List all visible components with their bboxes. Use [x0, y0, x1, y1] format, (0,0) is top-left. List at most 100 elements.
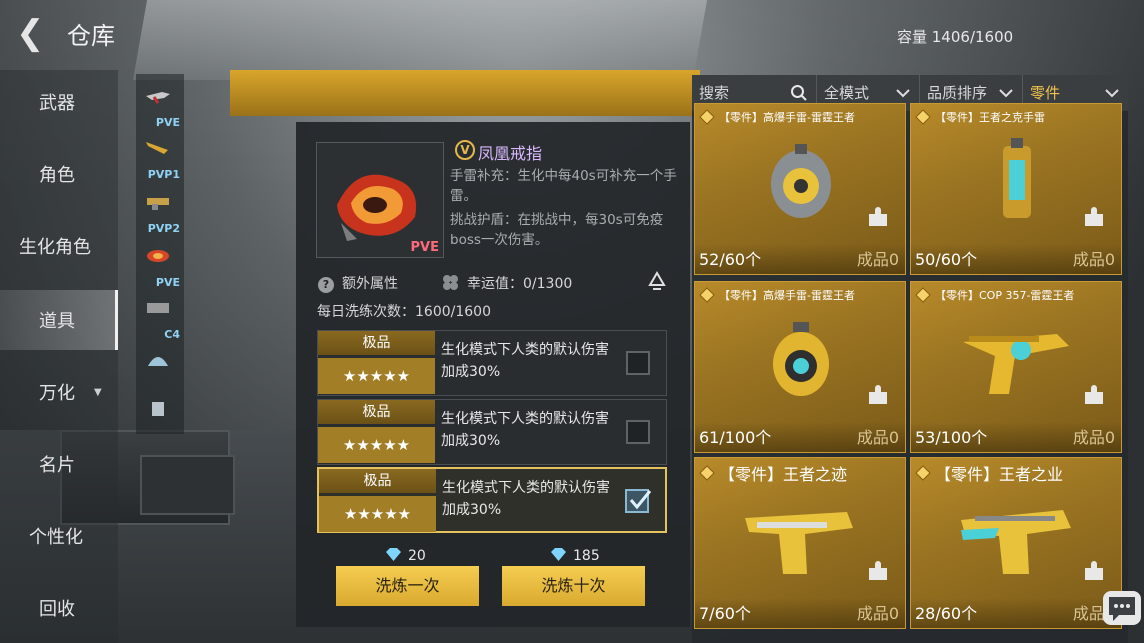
puzzle-icon — [869, 385, 887, 404]
attribute-checkbox[interactable] — [626, 351, 650, 375]
card-count: 28/60个 — [915, 604, 978, 623]
inventory-card[interactable]: 【零件】王者之迹 7/60个 成品0 — [694, 457, 906, 629]
item-description-2: 挑战护盾：在挑战中，每30s可免疫boss一次伤害。 — [450, 212, 664, 248]
cost-once-value: 20 — [408, 548, 426, 564]
inventory-card[interactable]: 【零件】王者之业 28/60个 成品0 — [910, 457, 1122, 629]
attribute-grade: 极品 — [319, 469, 436, 493]
item-category-strip: PVE PVP1 PVP2 PVE C4 — [136, 74, 184, 434]
sidebar-item-label: 个性化 — [29, 527, 83, 548]
chat-icon[interactable] — [1103, 591, 1141, 625]
daily-refine-count: 每日洗练次数：1600/1600 — [317, 304, 491, 320]
crown-icon — [699, 109, 715, 125]
sidebar-item-label: 万化 — [39, 383, 75, 404]
sidebar-item-personalize[interactable]: 个性化 — [0, 506, 118, 566]
sidebar-item-items[interactable]: 道具 — [0, 290, 118, 350]
attribute-checkbox[interactable] — [626, 420, 650, 444]
attribute-text: 生化模式下人类的默认伤害加成30% — [442, 480, 610, 518]
grenade-image — [773, 322, 829, 396]
attribute-option[interactable]: 极品 ★★★★★ 生化模式下人类的默认伤害加成30% — [317, 330, 667, 396]
cost-once: 20 — [385, 548, 426, 564]
extra-attributes-label: 额外属性 — [342, 276, 398, 292]
crate — [140, 455, 235, 515]
card-title: 【零件】王者之克手雷 — [935, 111, 1045, 124]
pistol-image — [961, 510, 1071, 574]
chevron-down-icon — [1105, 89, 1119, 98]
sidebar-item-weapons[interactable]: 武器 — [0, 72, 118, 132]
inventory-card[interactable]: 【零件】高爆手雷-雷霆王者 52/60个 成品0 — [694, 103, 906, 275]
attribute-option[interactable]: 极品 ★★★★★ 生化模式下人类的默认伤害加成30% — [317, 399, 667, 465]
attribute-option-selected[interactable]: 极品 ★★★★★ 生化模式下人类的默认伤害加成30% — [317, 467, 667, 533]
page-title: 仓库 — [67, 22, 115, 50]
sidebar-item-zombie-characters[interactable]: 生化角色 — [0, 216, 118, 276]
chat-bubble-icon — [1109, 597, 1135, 621]
ring-icon — [147, 250, 169, 262]
card-count: 50/60个 — [915, 250, 978, 269]
attribute-checkbox-checked[interactable] — [625, 489, 652, 513]
card-title: 【零件】王者之业 — [935, 465, 1064, 484]
sort-value: 品质排序 — [927, 84, 988, 102]
chevron-down-icon — [999, 89, 1013, 98]
chevron-down-icon — [896, 89, 910, 98]
card-title: 【零件】COP 357-雷霆王者 — [935, 289, 1075, 302]
refine-once-button[interactable]: 洗炼一次 — [336, 566, 479, 606]
card-title-row: 【零件】高爆手雷-雷霆王者 — [695, 104, 905, 130]
cost-ten: 185 — [550, 548, 600, 564]
sidebar: 武器 角色 生化角色 道具 万化 ▼ 名片 个性化 回收 — [0, 70, 118, 643]
category-pve[interactable]: PVE — [138, 78, 182, 130]
sidebar-item-wanhua[interactable]: 万化 ▼ — [0, 362, 118, 422]
category-tag: PVE — [155, 276, 180, 289]
diamond-icon — [386, 548, 401, 561]
search-icon — [791, 85, 807, 101]
sidebar-item-label: 回收 — [39, 599, 75, 620]
extra-attributes-help[interactable]: ? 额外属性 — [318, 273, 398, 293]
card-crafted: 成品0 — [856, 250, 899, 269]
back-arrow-icon[interactable]: ❮ — [16, 16, 48, 50]
card-count: 7/60个 — [699, 604, 751, 623]
sidebar-item-label: 名片 — [39, 455, 75, 476]
card-crafted: 成品0 — [856, 604, 899, 623]
question-icon: ? — [318, 277, 334, 293]
refine-ten-button[interactable]: 洗炼十次 — [502, 566, 645, 606]
card-title-row: 【零件】王者之迹 — [695, 458, 905, 488]
capacity-label: 容量 1406/1600 — [897, 28, 1014, 46]
attribute-text: 生化模式下人类的默认伤害加成30% — [441, 342, 609, 380]
cost-ten-value: 185 — [573, 548, 600, 564]
grenade-canister-image — [1003, 138, 1031, 218]
card-count: 53/100个 — [915, 428, 988, 447]
puzzle-icon — [869, 561, 887, 580]
search-placeholder: 搜索 — [699, 84, 730, 102]
recycle-icon[interactable] — [646, 271, 668, 293]
inventory-card[interactable]: 【零件】王者之克手雷 50/60个 成品0 — [910, 103, 1122, 275]
puzzle-icon — [1085, 561, 1103, 580]
sidebar-item-label: 道具 — [39, 311, 75, 332]
inventory-card[interactable]: 【零件】高爆手雷-雷霆王者 61/100个 成品0 — [694, 281, 906, 453]
attribute-stars: ★★★★★ — [318, 358, 435, 394]
category-pve-ring[interactable]: PVE — [138, 238, 182, 290]
checkmark-icon — [629, 490, 652, 510]
attribute-text: 生化模式下人类的默认伤害加成30% — [441, 411, 609, 449]
crown-icon — [915, 287, 931, 303]
category-armor[interactable] — [138, 390, 182, 442]
category-pvp1[interactable]: PVP1 — [138, 130, 182, 182]
card-count: 61/100个 — [699, 428, 772, 447]
inventory-card[interactable]: 【零件】COP 357-雷霆王者 53/100个 成品0 — [910, 281, 1122, 453]
ceiling-light — [132, 0, 708, 80]
crown-icon — [915, 465, 931, 481]
sidebar-item-recycle[interactable]: 回收 — [0, 578, 118, 638]
card-crafted: 成品0 — [1072, 428, 1115, 447]
luck-value: 幸运值：0/1300 — [442, 273, 572, 293]
attribute-stars: ★★★★★ — [319, 496, 436, 532]
c4-icon — [147, 303, 169, 313]
yellow-beam — [230, 70, 700, 116]
category-helmet[interactable] — [138, 342, 182, 394]
sidebar-item-label: 角色 — [39, 165, 75, 186]
revolver-image — [963, 334, 1069, 394]
sidebar-item-cards[interactable]: 名片 — [0, 434, 118, 494]
caret-down-icon: ▼ — [94, 386, 102, 398]
category-c4[interactable]: C4 — [138, 290, 182, 342]
category-pvp2[interactable]: PVP2 — [138, 184, 182, 236]
category-tag: PVE — [155, 116, 180, 129]
sidebar-item-characters[interactable]: 角色 — [0, 144, 118, 204]
crown-icon — [699, 287, 715, 303]
puzzle-icon — [1085, 385, 1103, 404]
